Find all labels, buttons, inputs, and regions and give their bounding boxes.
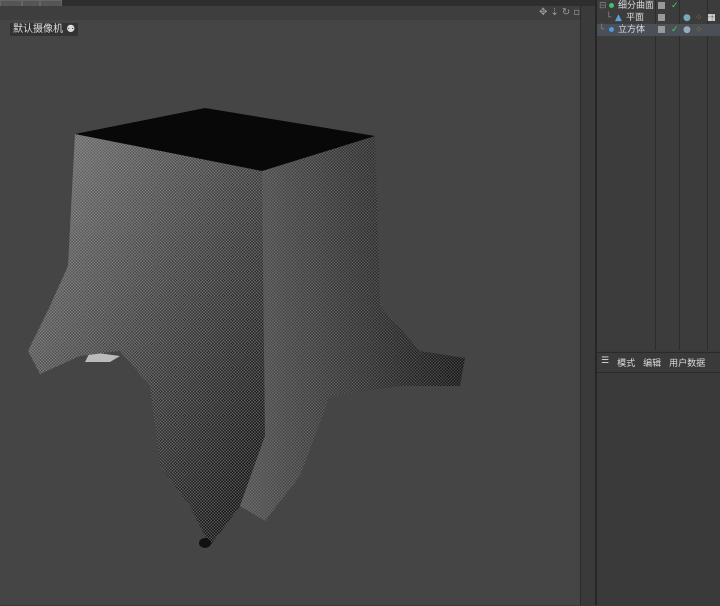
attributes-manager: ☰ 模式 编辑 用户数据 (597, 352, 720, 606)
subdivision-icon (609, 3, 614, 8)
object-name: 细分曲面 (618, 1, 655, 11)
cube-icon (609, 27, 614, 32)
plane-icon: ▲ (615, 13, 622, 23)
object-row[interactable]: ⊟ 细分曲面 ✓ (597, 0, 720, 12)
object-row[interactable]: └ ▲ 平面 ● ⁘ ▦ (597, 12, 720, 24)
object-row[interactable]: └ 立方体 ✓ ● ⁘ (597, 24, 720, 36)
menu-edit[interactable]: 编辑 (643, 356, 661, 369)
material-tag-icon[interactable]: ⁘ (695, 24, 703, 36)
edit-toggle[interactable] (658, 2, 665, 9)
menu-icon[interactable]: ☰ (601, 356, 609, 369)
object-name: 立方体 (618, 25, 646, 35)
cloth-tag-icon[interactable]: ● (683, 12, 691, 24)
checker-tag-icon[interactable]: ▦ (707, 12, 716, 24)
object-manager: ⊟ 细分曲面 ✓ └ ▲ 平面 ● ⁘ ▦ └ 立方体 ✓ ● ⁘ (597, 0, 720, 350)
3d-viewport[interactable]: ✥ ⇣ ↻ ▫ 默认摄像机 ⚉ (0, 6, 580, 605)
enabled-check[interactable]: ✓ (671, 0, 679, 12)
collider-tag-icon[interactable]: ● (683, 24, 691, 36)
viewport-scrollbar[interactable] (580, 6, 596, 605)
edit-toggle[interactable] (658, 26, 665, 33)
menu-user-data[interactable]: 用户数据 (669, 356, 705, 369)
enabled-check[interactable]: ✓ (671, 24, 679, 36)
cloth-mesh (28, 108, 465, 548)
object-name: 平面 (626, 13, 645, 23)
menu-mode[interactable]: 模式 (617, 356, 635, 369)
edit-toggle[interactable] (658, 14, 665, 21)
material-tag-icon[interactable]: ⁘ (695, 12, 703, 24)
